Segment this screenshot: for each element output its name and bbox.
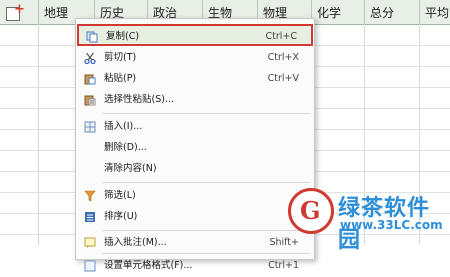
menu-item-paste-special[interactable]: 选择性粘贴(S)... — [77, 89, 313, 111]
menu-item-shortcut: Shift+ — [269, 237, 299, 248]
menu-item-filter[interactable]: 筛选(L) ▶ — [77, 185, 313, 207]
menu-separator — [102, 182, 310, 183]
paste-icon — [84, 74, 96, 85]
comment-icon — [84, 237, 96, 248]
copy-icon — [86, 31, 98, 43]
menu-item-label: 排序(U) — [104, 211, 138, 222]
menu-item-insert-comment[interactable]: 插入批注(M)... Shift+ — [77, 232, 313, 254]
menu-separator — [102, 253, 310, 254]
menu-item-clear-contents[interactable]: 清除内容(N) — [77, 158, 313, 180]
menu-separator — [102, 230, 310, 231]
insert-cells-icon — [84, 121, 96, 133]
watermark-url: www.33LC.com — [340, 218, 443, 232]
menu-item-label: 插入(I)... — [104, 121, 143, 132]
menu-item-shortcut: Ctrl+C — [265, 31, 298, 42]
watermark-logo: G — [288, 188, 334, 234]
menu-item-shortcut: Ctrl+V — [267, 73, 299, 84]
scissors-icon — [84, 52, 96, 64]
menu-item-format-cells[interactable]: 设置单元格格式(F)... Ctrl+1 — [77, 255, 313, 277]
format-cells-icon — [84, 260, 96, 272]
paste-special-icon — [84, 95, 96, 106]
menu-separator — [102, 113, 310, 114]
menu-item-shortcut: Ctrl+1 — [268, 260, 299, 271]
menu-item-delete[interactable]: 删除(D)... — [77, 137, 313, 159]
column-header[interactable]: 化学 — [311, 0, 364, 24]
menu-item-paste[interactable]: 粘贴(P) Ctrl+V — [77, 68, 313, 90]
filter-icon — [84, 190, 96, 202]
menu-item-label: 粘贴(P) — [104, 73, 137, 84]
column-header[interactable]: 总分 — [364, 0, 419, 24]
menu-item-insert[interactable]: 插入(I)... — [77, 116, 313, 138]
menu-item-label: 清除内容(N) — [104, 163, 157, 174]
column-header[interactable]: 平均 — [419, 0, 450, 24]
menu-item-label: 筛选(L) — [104, 190, 136, 201]
menu-item-sort[interactable]: 排序(U) — [77, 206, 313, 228]
sort-icon — [85, 212, 95, 222]
watermark-logo-letter: G — [300, 196, 321, 225]
menu-item-label: 选择性粘贴(S)... — [104, 94, 175, 105]
menu-item-label: 插入批注(M)... — [104, 237, 167, 248]
menu-item-shortcut: Ctrl+X — [267, 52, 299, 63]
menu-item-label: 删除(D)... — [104, 142, 147, 153]
grid-line — [38, 24, 39, 245]
menu-item-label: 剪切(T) — [104, 52, 137, 63]
menu-item-cut[interactable]: 剪切(T) Ctrl+X — [77, 47, 313, 69]
menu-item-label: 复制(C) — [106, 31, 140, 42]
add-sheet-icon[interactable]: + — [6, 2, 25, 21]
menu-item-label: 设置单元格格式(F)... — [104, 260, 193, 271]
menu-item-copy[interactable]: 复制(C) Ctrl+C — [77, 24, 313, 46]
context-menu: 复制(C) Ctrl+C 剪切(T) Ctrl+X 粘贴(P) Ctrl+V 选… — [75, 18, 315, 272]
